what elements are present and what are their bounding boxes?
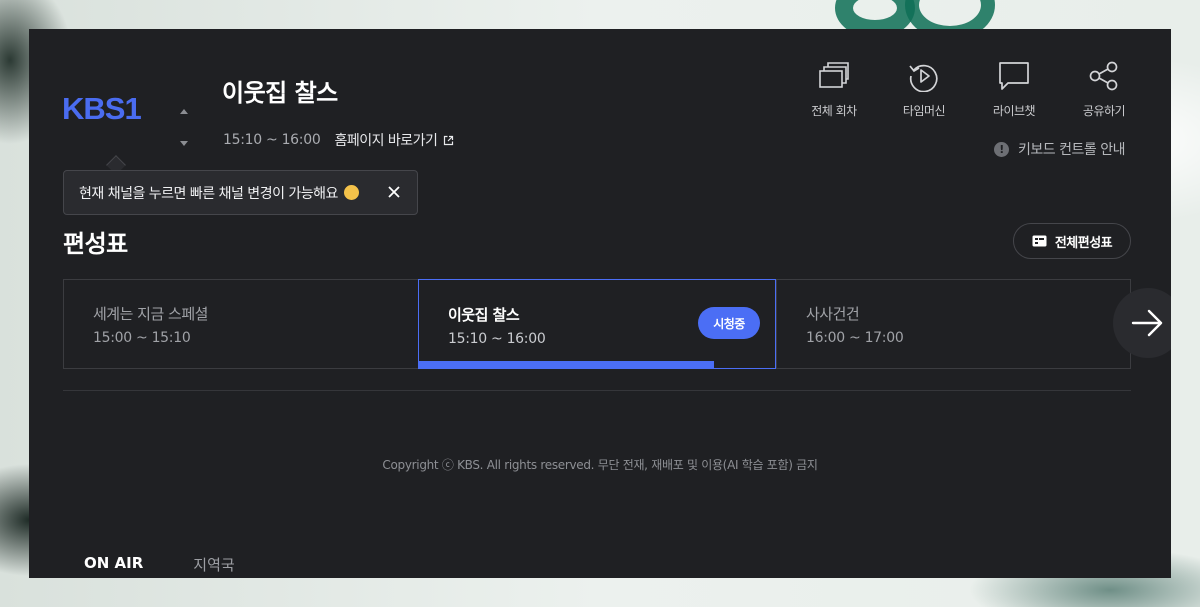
schedule-item-title: 사사건건 [806, 305, 860, 323]
grinning-emoji-icon [343, 185, 359, 200]
copyright-text: Copyright ⓒ KBS. All rights reserved. 무단… [382, 458, 818, 472]
schedule-item[interactable]: 세계는 지금 스페셜 15:00 ~ 15:10 [64, 279, 418, 369]
keyboard-guide-label: 키보드 컨트롤 안내 [1018, 142, 1125, 158]
progress-fill [419, 361, 715, 368]
schedule-item[interactable]: 사사건건 16:00 ~ 17:00 [776, 279, 1132, 369]
action-bar: 전체 회차 타임머신 라이브챗 공유하기 [789, 59, 1149, 119]
kbs1-logo[interactable]: KBS1 [62, 89, 168, 123]
timemachine-button[interactable]: 타임머신 [879, 59, 969, 119]
full-schedule-label: 전체편성표 [1054, 235, 1113, 251]
progress-bar [419, 361, 775, 368]
timemachine-icon [909, 64, 938, 92]
channel-tooltip: 현재 채널을 누르면 빠른 채널 변경이 가능해요 [63, 170, 418, 215]
tab-on-air[interactable]: ON AIR [84, 554, 143, 575]
episodes-icon [819, 62, 849, 88]
schedule-title: 편성표 [63, 230, 128, 258]
player-panel: KBS1 이웃집 찰스 15:10 ~ 16:00 홈페이지 바로가기 전체 회… [29, 29, 1171, 578]
tooltip-text: 현재 채널을 누르면 빠른 채널 변경이 가능해요 [79, 185, 338, 202]
share-icon [1089, 61, 1118, 91]
schedule-item-title: 세계는 지금 스페셜 [93, 305, 208, 323]
schedule-item-time: 16:00 ~ 17:00 [806, 330, 904, 346]
schedule-list: 세계는 지금 스페셜 15:00 ~ 15:10 이웃집 찰스 15:10 ~ … [63, 279, 1131, 369]
share-button[interactable]: 공유하기 [1059, 59, 1149, 119]
full-schedule-button[interactable]: 전체편성표 [1013, 223, 1131, 259]
episodes-label: 전체 회차 [811, 104, 857, 118]
schedule-item-time: 15:00 ~ 15:10 [93, 330, 191, 346]
program-meta: 15:10 ~ 16:00 홈페이지 바로가기 [223, 130, 454, 150]
divider [63, 390, 1131, 391]
channel-switcher[interactable] [180, 109, 192, 153]
homepage-link[interactable]: 홈페이지 바로가기 [334, 130, 454, 150]
share-label: 공유하기 [1082, 104, 1126, 118]
keyboard-guide-link[interactable]: ! 키보드 컨트롤 안내 [994, 139, 1125, 159]
external-link-icon [444, 135, 454, 145]
schedule-item-current[interactable]: 이웃집 찰스 15:10 ~ 16:00 시청중 [418, 279, 776, 369]
arrow-right-icon [1131, 309, 1163, 337]
info-icon: ! [994, 141, 1010, 157]
program-title: 이웃집 찰스 [222, 79, 338, 107]
timemachine-label: 타임머신 [902, 104, 946, 118]
tab-regional[interactable]: 지역국 [193, 554, 234, 575]
episodes-button[interactable]: 전체 회차 [789, 59, 879, 119]
schedule-icon [1032, 235, 1047, 247]
program-time: 15:10 ~ 16:00 [223, 132, 321, 148]
chevron-down-icon[interactable] [180, 141, 188, 146]
close-icon[interactable] [385, 183, 403, 201]
logo-text: KBS1 [62, 91, 141, 123]
livechat-label: 라이브챗 [992, 104, 1036, 118]
homepage-link-label: 홈페이지 바로가기 [334, 133, 438, 149]
chat-icon [999, 62, 1029, 90]
livechat-button[interactable]: 라이브챗 [969, 59, 1059, 119]
chevron-up-icon[interactable] [180, 109, 188, 114]
watching-badge: 시청중 [698, 307, 760, 339]
bottom-tabs: ON AIR 지역국 [84, 554, 235, 575]
